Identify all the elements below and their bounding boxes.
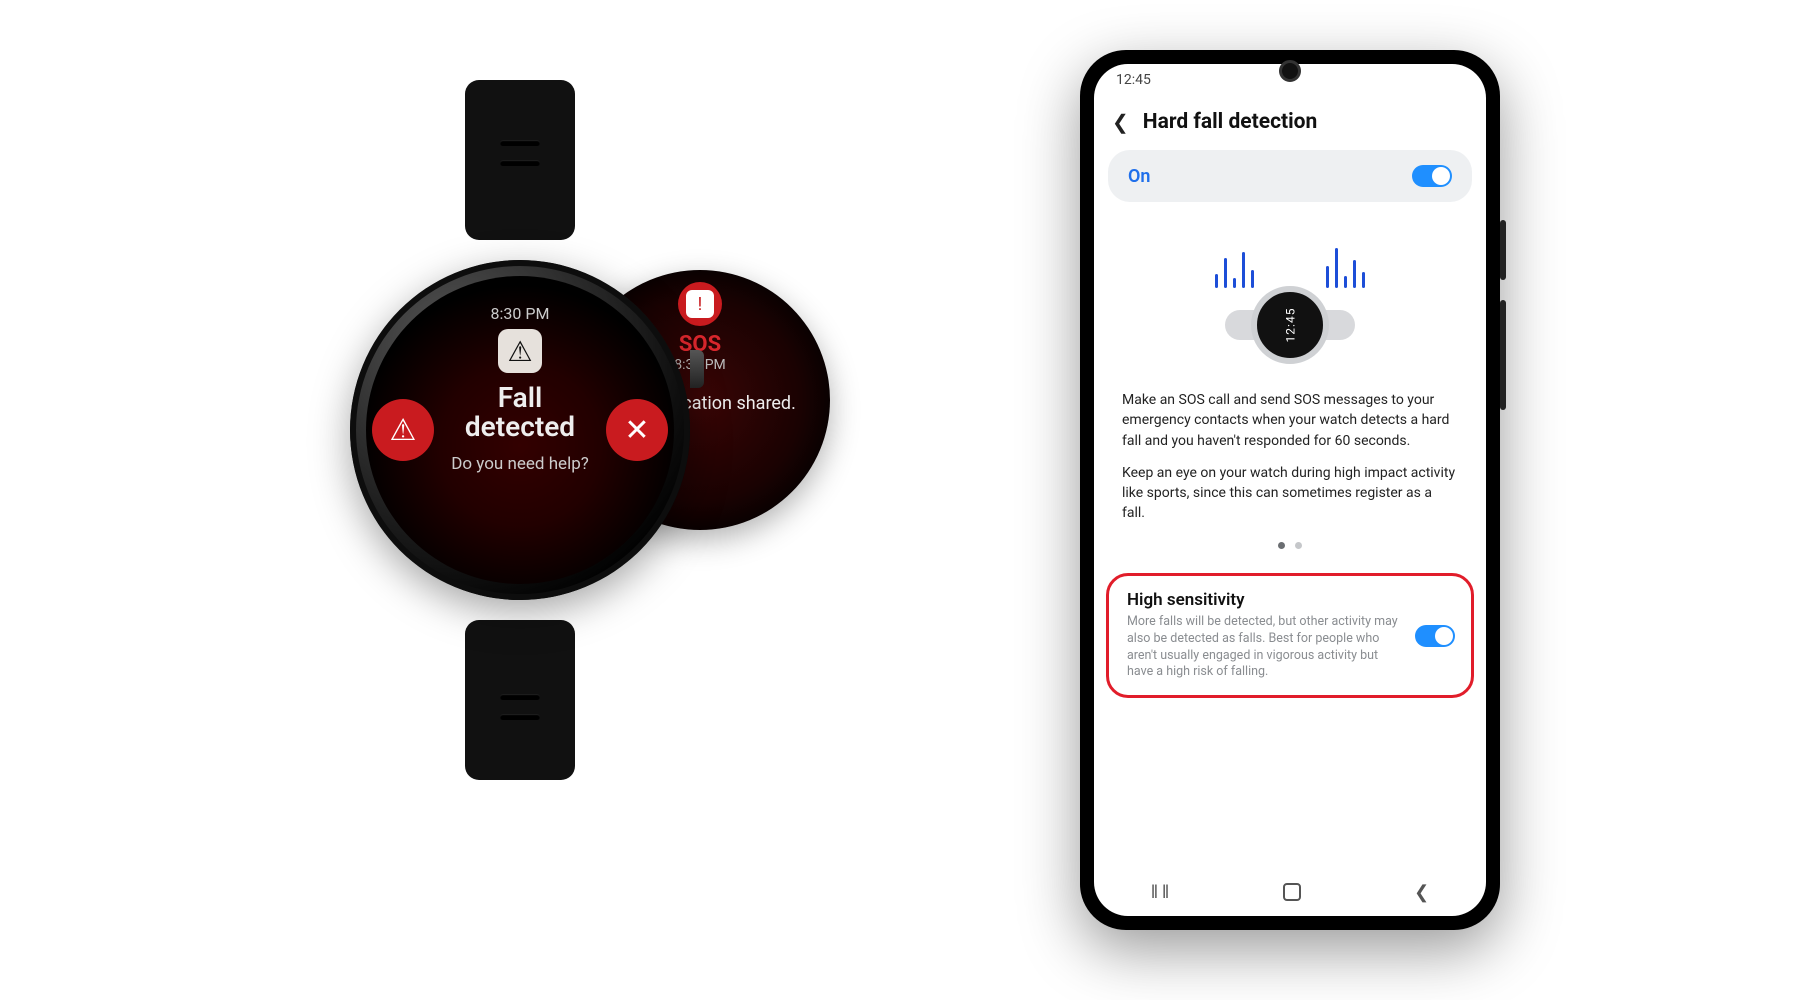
android-nav-bar: ‖ ‖ ❮ — [1094, 868, 1486, 916]
dismiss-button[interactable]: ✕ — [606, 399, 668, 461]
pager-dot-1[interactable] — [1278, 542, 1285, 549]
phone-screen: 12:45 ❮ Hard fall detection On — [1094, 64, 1486, 916]
master-toggle-switch[interactable] — [1412, 165, 1452, 187]
watch-crown[interactable] — [690, 350, 704, 388]
illustration-watch-time: 12:45 — [1283, 308, 1297, 343]
watch-device: 8:30 PM ⚠ Fall detected Do you need help… — [260, 80, 780, 780]
pager-dot-2[interactable] — [1295, 542, 1302, 549]
front-camera — [1279, 60, 1301, 82]
sos-button[interactable]: ⚠ — [372, 399, 434, 461]
phone-volume-rocker[interactable] — [1500, 300, 1506, 410]
description-paragraph-2: Keep an eye on your watch during high im… — [1094, 453, 1486, 526]
page-header: ❮ Hard fall detection — [1094, 96, 1486, 144]
recents-button[interactable]: ‖ ‖ — [1151, 882, 1170, 903]
home-button[interactable] — [1283, 883, 1301, 901]
close-icon: ✕ — [624, 413, 649, 448]
back-icon[interactable]: ❮ — [1112, 110, 1129, 134]
high-sensitivity-title: High sensitivity — [1127, 590, 1403, 610]
watch-illustration: 12:45 — [1225, 280, 1355, 370]
high-sensitivity-desc: More falls will be detected, but other a… — [1127, 614, 1403, 682]
back-button[interactable]: ❮ — [1414, 882, 1429, 903]
fall-detected-subtitle: Do you need help? — [451, 454, 589, 474]
page-title: Hard fall detection — [1143, 110, 1318, 134]
high-sensitivity-switch[interactable] — [1415, 625, 1455, 647]
description-paragraph-1: Make an SOS call and send SOS messages t… — [1094, 380, 1486, 453]
master-toggle-row[interactable]: On — [1108, 150, 1472, 202]
alert-icon: ⚠ — [390, 413, 417, 448]
watch-time: 8:30 PM — [491, 304, 550, 323]
watch-strap-top — [465, 80, 575, 240]
watch-strap-bottom — [465, 620, 575, 780]
phone-side-button[interactable] — [1500, 220, 1506, 280]
high-sensitivity-row[interactable]: High sensitivity More falls will be dete… — [1106, 573, 1474, 699]
watch-dial: 8:30 PM ⚠ Fall detected Do you need help… — [366, 276, 674, 584]
master-toggle-label: On — [1128, 166, 1150, 187]
pager-dots[interactable] — [1094, 526, 1486, 567]
status-time: 12:45 — [1116, 72, 1151, 88]
alert-icon: ⚠ — [498, 329, 542, 373]
watch-case: 8:30 PM ⚠ Fall detected Do you need help… — [350, 260, 690, 600]
phone-device: 12:45 ❮ Hard fall detection On — [1080, 50, 1500, 930]
fall-detected-title: Fall detected — [465, 383, 575, 442]
illustration: 12:45 — [1094, 208, 1486, 380]
